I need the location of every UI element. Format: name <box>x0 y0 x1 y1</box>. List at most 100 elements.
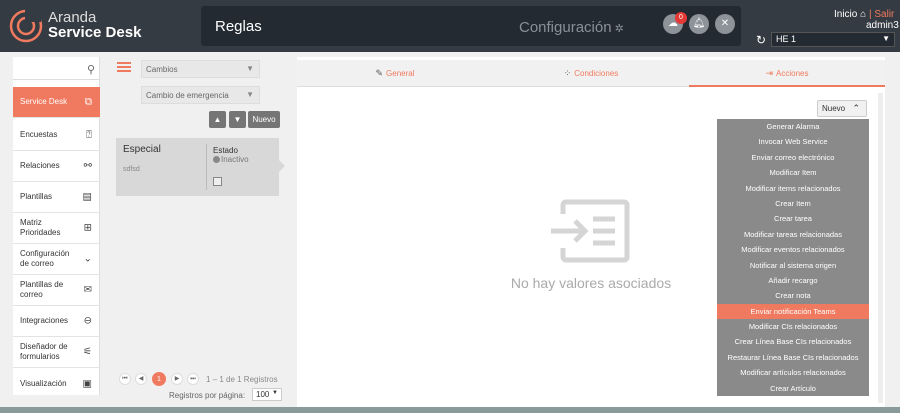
status-dot-icon <box>213 156 220 163</box>
menu-item[interactable]: Modificar tareas relacionadas <box>717 227 869 242</box>
chevron-down-icon: ⌄ <box>83 253 92 265</box>
tab-general[interactable]: ✎ General <box>297 60 493 87</box>
sidebar-item-label: Visualización <box>20 378 67 388</box>
menu-item[interactable]: Crear Item <box>717 196 869 211</box>
copy-icon: ⧉ <box>84 96 92 108</box>
caret-down-icon: ▼ <box>272 390 278 396</box>
sidebar-item-label: Plantillas <box>20 192 53 201</box>
integration-icon: ⊖ <box>83 315 92 327</box>
rows-per-page-select[interactable]: 100 ▼ <box>252 388 282 401</box>
category-select[interactable]: Cambio de emergencia ▼ <box>141 86 260 104</box>
table-icon: ⊞ <box>83 222 92 234</box>
alerts-button[interactable]: 🔔︎ <box>689 14 709 34</box>
scrollbar[interactable] <box>878 93 883 403</box>
sidebar-search[interactable]: ⚲ <box>13 60 100 80</box>
sidebar-item-label: Plantillas de correo <box>20 280 64 299</box>
prev-page-icon: ◀ <box>138 376 144 382</box>
chevron-up-icon: ⌃ <box>852 103 860 113</box>
tab-condiciones[interactable]: ⁘ Condiciones <box>493 60 689 87</box>
sidebar-item-service-desk[interactable]: Service Desk ⧉ <box>13 87 100 118</box>
sidebar-item-matriz-prioridades[interactable]: Matriz Prioridades ⊞ <box>13 213 100 244</box>
pagination-info: 1 – 1 de 1 Registros <box>206 375 278 384</box>
home-icon: ⌂ <box>860 9 867 20</box>
link-separator: | <box>868 9 872 20</box>
sidebar-item-plantillas-correo[interactable]: Plantillas de correo ✉ <box>13 275 100 306</box>
brand-product: Service Desk <box>48 24 142 41</box>
sidebar-item-encuestas[interactable]: Encuestas ⍰ <box>13 120 100 151</box>
status-label: Estado <box>213 146 238 155</box>
refresh-icon[interactable]: ↻ <box>756 33 766 47</box>
new-rule-button[interactable]: Nuevo <box>248 111 280 128</box>
mail-icon: ✉ <box>83 284 92 296</box>
arrow-down-icon: ▼ <box>233 115 242 124</box>
page-title: Reglas <box>215 18 262 35</box>
rule-checkbox[interactable] <box>213 177 222 186</box>
move-down-button[interactable]: ▼ <box>229 111 246 128</box>
sidebar-item-label: Matriz Prioridades <box>20 218 61 237</box>
current-page[interactable]: 1 <box>152 372 166 386</box>
sidebar-item-disenador-formularios[interactable]: Diseñador de formularios ⚟ <box>13 337 100 368</box>
last-page-button[interactable]: ⏭ <box>187 373 199 385</box>
sidebar-item-plantillas[interactable]: Plantillas ▤ <box>13 182 100 213</box>
menu-item[interactable]: Restaurar Línea Base CIs relacionados <box>717 350 869 365</box>
top-bar: Aranda Service Desk Reglas Configuración… <box>0 0 900 52</box>
section-title: Configuración ✲ <box>519 19 624 36</box>
brand-name: Aranda <box>48 9 97 26</box>
salir-link[interactable]: Salir <box>874 9 894 20</box>
menu-item[interactable]: Crear nota <box>717 288 869 303</box>
form-designer-icon: ⚟ <box>83 346 92 358</box>
menu-item[interactable]: Crear tarea <box>717 211 869 226</box>
next-page-button[interactable]: ▶ <box>171 373 183 385</box>
menu-item[interactable]: Crear Línea Base CIs relacionados <box>717 334 869 349</box>
top-links: Inicio ⌂ | Salir <box>834 9 894 20</box>
aranda-logo-icon <box>9 8 43 43</box>
menu-item[interactable]: Modificar items relacionados <box>717 181 869 196</box>
relations-icon: ⚯ <box>83 160 92 172</box>
main-panel: ✎ General ⁘ Condiciones ⇥ Acciones Nuevo ⌃ N… <box>297 57 885 407</box>
tools-button[interactable]: ✕ <box>715 14 735 34</box>
sidebar-item-configuracion-correo[interactable]: Configuración de correo ⌄ <box>13 244 100 275</box>
rule-card[interactable]: Especial sdfsd Estado Inactivo <box>116 138 285 196</box>
edit-icon: ✎ <box>375 68 384 78</box>
sidebar-item-label: Relaciones <box>20 161 60 170</box>
card-divider <box>206 144 207 190</box>
sidebar-item-relaciones[interactable]: Relaciones ⚯ <box>13 151 100 182</box>
footer-bar <box>0 407 900 413</box>
first-page-button[interactable]: ⏮ <box>119 373 131 385</box>
bell-icon: 🔔︎ <box>692 18 706 29</box>
menu-item[interactable]: Modificar artículos relacionados <box>717 365 869 380</box>
caret-down-icon: ▼ <box>246 90 254 99</box>
document-icon: ▤ <box>82 191 92 203</box>
prev-page-button[interactable]: ◀ <box>135 373 147 385</box>
project-select[interactable]: HE 1 ▼ <box>771 32 895 47</box>
last-page-icon: ⏭ <box>190 376 196 382</box>
tools-icon: ✕ <box>720 18 730 29</box>
conditions-icon: ⁘ <box>563 68 572 78</box>
empty-list-icon <box>551 199 630 263</box>
menu-item[interactable]: Notificar al sistema origen <box>717 258 869 273</box>
menu-toggle-icon[interactable] <box>117 62 131 72</box>
menu-item[interactable]: Enviar correo electrónico <box>717 150 869 165</box>
menu-item[interactable]: Modificar Item <box>717 165 869 180</box>
notification-badge: 0 <box>675 12 687 24</box>
menu-item[interactable]: Enviar notificación Teams <box>717 303 869 320</box>
menu-item[interactable]: Invocar Web Service <box>717 134 869 149</box>
move-up-button[interactable]: ▲ <box>209 111 226 128</box>
sidebar-item-label: Integraciones <box>20 316 69 325</box>
type-select[interactable]: Cambios ▼ <box>141 60 260 78</box>
menu-item[interactable]: Añadir recargo <box>717 273 869 288</box>
menu-item[interactable]: Crear Artículo <box>717 381 869 396</box>
next-page-icon: ▶ <box>174 376 180 382</box>
new-action-button[interactable]: Nuevo ⌃ <box>817 100 867 117</box>
arrow-up-icon: ▲ <box>213 115 222 124</box>
menu-item[interactable]: Modificar CIs relacionados <box>717 319 869 334</box>
caret-down-icon: ▼ <box>882 34 890 43</box>
tab-acciones[interactable]: ⇥ Acciones <box>689 60 885 87</box>
inicio-link[interactable]: Inicio ⌂ <box>834 9 866 20</box>
sidebar-item-integraciones[interactable]: Integraciones ⊖ <box>13 306 100 337</box>
question-icon: ⍰ <box>86 129 92 141</box>
menu-item[interactable]: Modificar eventos relacionados <box>717 242 869 257</box>
menu-item[interactable]: Generar Alarma <box>717 119 869 134</box>
sidebar-item-label: Service Desk <box>20 97 68 106</box>
sidebar-item-visualizacion[interactable]: Visualización ▣ <box>13 368 100 399</box>
